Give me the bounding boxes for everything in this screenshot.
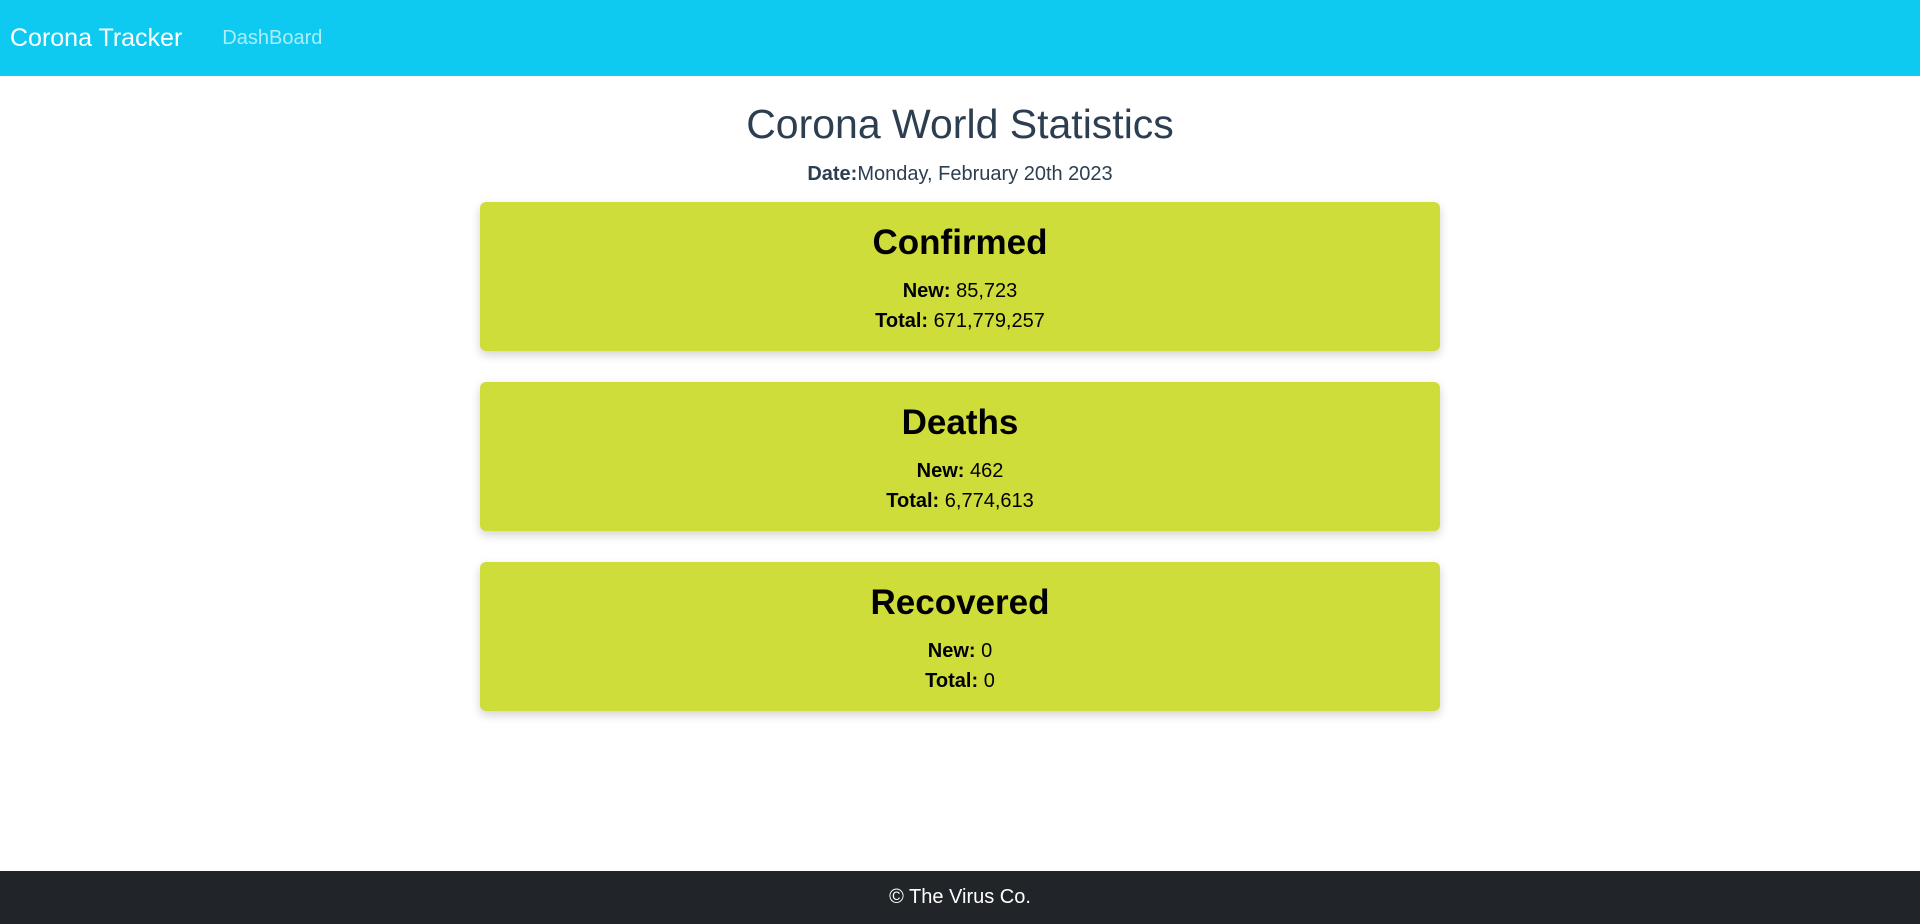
new-value: 0 bbox=[981, 640, 993, 663]
brand-link[interactable]: Corona Tracker bbox=[10, 24, 182, 53]
new-value: 462 bbox=[969, 460, 1004, 483]
total-value: 0 bbox=[983, 670, 995, 693]
date-value: Monday, February 20th 2023 bbox=[857, 163, 1113, 186]
footer-text: © The Virus Co. bbox=[889, 886, 1031, 908]
new-label: New: bbox=[927, 640, 976, 663]
nav-link-dashboard[interactable]: DashBoard bbox=[222, 27, 322, 50]
stats-cards: Confirmed New: 85,723 Total: 671,779,257… bbox=[480, 202, 1440, 712]
main-content: Corona World Statistics Date:Monday, Feb… bbox=[0, 76, 1920, 742]
date-line: Date:Monday, February 20th 2023 bbox=[0, 163, 1920, 186]
total-row: Total: 6,774,613 bbox=[480, 486, 1440, 516]
total-row: Total: 671,779,257 bbox=[480, 306, 1440, 336]
new-row: New: 462 bbox=[480, 456, 1440, 486]
new-label: New: bbox=[916, 460, 965, 483]
total-row: Total: 0 bbox=[480, 666, 1440, 696]
total-value: 671,779,257 bbox=[933, 310, 1045, 333]
footer: © The Virus Co. bbox=[0, 871, 1920, 924]
total-label: Total: bbox=[925, 670, 979, 693]
recovered-card: Recovered New: 0 Total: 0 bbox=[480, 562, 1440, 712]
card-title: Recovered bbox=[870, 583, 1050, 623]
confirmed-card: Confirmed New: 85,723 Total: 671,779,257 bbox=[480, 202, 1440, 352]
total-value: 6,774,613 bbox=[944, 490, 1034, 513]
deaths-card: Deaths New: 462 Total: 6,774,613 bbox=[480, 382, 1440, 532]
new-row: New: 0 bbox=[480, 636, 1440, 666]
card-title: Deaths bbox=[901, 403, 1019, 443]
page-title: Corona World Statistics bbox=[746, 101, 1174, 147]
new-label: New: bbox=[902, 280, 951, 303]
date-label: Date: bbox=[807, 163, 858, 186]
navbar: Corona Tracker DashBoard bbox=[0, 0, 1920, 76]
new-value: 85,723 bbox=[956, 280, 1018, 303]
total-label: Total: bbox=[875, 310, 929, 333]
card-title: Confirmed bbox=[872, 223, 1048, 263]
total-label: Total: bbox=[886, 490, 940, 513]
new-row: New: 85,723 bbox=[480, 276, 1440, 306]
